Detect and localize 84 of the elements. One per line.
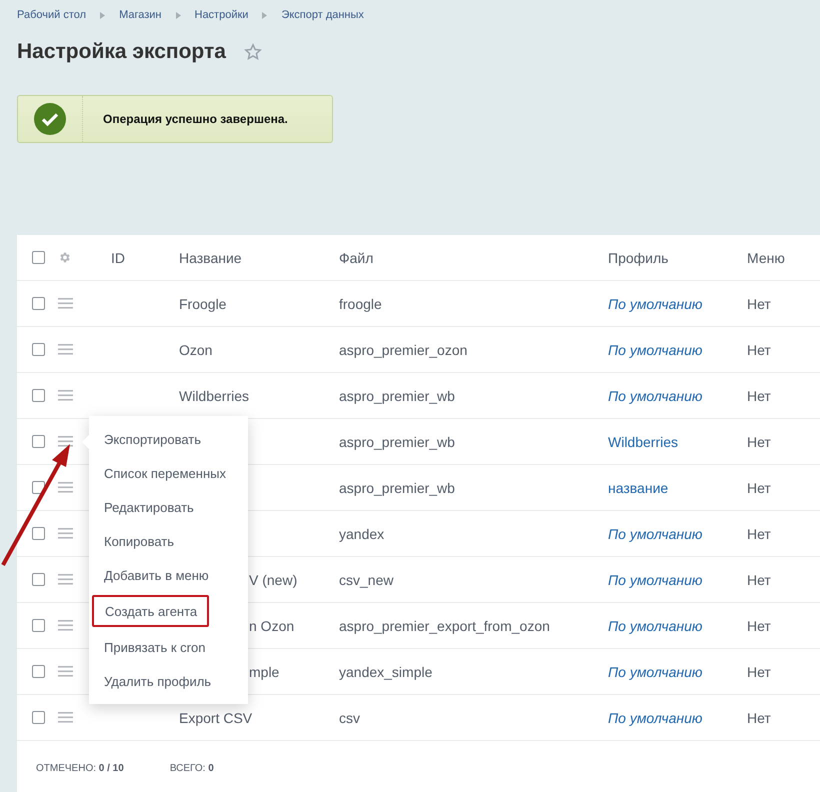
menu-item[interactable]: Редактировать xyxy=(89,490,194,524)
total-count: ВСЕГО: 0 xyxy=(170,763,214,774)
selected-count: ОТМЕЧЕНО: 0 / 10 xyxy=(36,763,124,774)
row-checkbox[interactable] xyxy=(32,711,45,724)
breadcrumb-link[interactable]: Экспорт данных xyxy=(281,9,364,21)
profile-link[interactable]: По умолчанию xyxy=(608,342,702,358)
profile-link[interactable]: По умолчанию xyxy=(608,572,702,588)
file-cell-text: froogle xyxy=(339,296,383,312)
drag-handle-icon[interactable] xyxy=(58,666,73,677)
menu-cell-text: Нет xyxy=(747,388,772,404)
menu-item[interactable]: Добавить в меню xyxy=(89,558,209,592)
menu-cell-text: Нет xyxy=(747,710,772,726)
menu-item[interactable]: Список переменных xyxy=(89,456,226,490)
drag-handle-icon[interactable] xyxy=(58,344,73,355)
column-header: Меню xyxy=(747,250,786,266)
name-cell: Export CSV xyxy=(179,710,252,726)
row-checkbox[interactable] xyxy=(32,435,45,448)
column-header: Название xyxy=(179,250,243,266)
row-checkbox[interactable] xyxy=(32,665,45,678)
chevron-right-icon xyxy=(176,12,180,18)
profile-link[interactable]: По умолчанию xyxy=(608,618,702,634)
file-cell-text: aspro_premier_wb xyxy=(339,434,456,450)
drag-handle-icon[interactable] xyxy=(58,298,73,309)
name-cell: Froogle xyxy=(179,296,226,312)
menu-cell-text: Нет xyxy=(747,296,772,312)
star-icon[interactable] xyxy=(244,43,262,61)
profile-link[interactable]: По умолчанию xyxy=(608,296,702,312)
menu-cell-text: Нет xyxy=(747,342,772,358)
name-cell: n Ozon xyxy=(249,618,294,634)
file-cell-text: aspro_premier_export_from_ozon xyxy=(339,618,551,634)
profile-link[interactable]: По умолчанию xyxy=(608,526,702,542)
drag-handle-icon[interactable] xyxy=(58,482,73,493)
menu-cell-text: Нет xyxy=(747,526,772,542)
drag-handle-icon[interactable] xyxy=(58,436,73,447)
settings-icon[interactable] xyxy=(58,251,71,264)
name-cell: mple xyxy=(249,664,280,680)
page-title: Настройка экспорта xyxy=(17,40,226,64)
chevron-right-icon xyxy=(262,12,268,18)
row-checkbox[interactable] xyxy=(32,619,45,632)
menu-cell-text: Нет xyxy=(747,480,772,496)
row-checkbox[interactable] xyxy=(32,527,45,540)
file-cell-text: csv_new xyxy=(339,572,394,588)
file-cell-text: csv xyxy=(339,710,361,726)
menu-item[interactable]: Привязать к cron xyxy=(89,630,206,664)
drag-handle-icon[interactable] xyxy=(58,528,73,539)
name-cell: V (new) xyxy=(249,572,298,588)
drag-handle-icon[interactable] xyxy=(58,390,73,401)
breadcrumb-link[interactable]: Магазин xyxy=(119,9,162,21)
menu-cell-text: Нет xyxy=(747,572,772,588)
chevron-right-icon xyxy=(100,12,106,18)
column-header: Профиль xyxy=(608,250,670,266)
file-cell-text: yandex xyxy=(339,526,386,542)
menu-item[interactable]: Создать агента xyxy=(92,595,210,627)
row-checkbox[interactable] xyxy=(32,389,45,402)
row-checkbox[interactable] xyxy=(32,297,45,310)
profile-link[interactable]: По умолчанию xyxy=(608,388,702,404)
drag-handle-icon[interactable] xyxy=(58,574,73,585)
column-header: ID xyxy=(111,250,126,266)
file-cell-text: aspro_premier_ozon xyxy=(339,342,468,358)
drag-handle-icon[interactable] xyxy=(58,620,73,631)
profile-link[interactable]: По умолчанию xyxy=(608,710,702,726)
breadcrumb-link[interactable]: Настройки xyxy=(194,9,248,21)
file-cell-text: aspro_premier_wb xyxy=(339,388,456,404)
row-checkbox[interactable] xyxy=(32,343,45,356)
menu-item[interactable]: Копировать xyxy=(89,524,174,558)
menu-cell-text: Нет xyxy=(747,434,772,450)
file-cell-text: aspro_premier_wb xyxy=(339,480,456,496)
profile-link[interactable]: По умолчанию xyxy=(608,664,702,680)
menu-cell-text: Нет xyxy=(747,618,772,634)
row-checkbox[interactable] xyxy=(32,573,45,586)
profile-link[interactable]: название xyxy=(608,480,668,496)
breadcrumb-link[interactable]: Рабочий стол xyxy=(17,9,86,21)
menu-item[interactable]: Удалить профиль xyxy=(89,664,212,698)
name-cell: Wildberries xyxy=(179,388,250,404)
column-header: Файл xyxy=(339,250,374,266)
alert-message: Операция успешно завершена. xyxy=(103,112,288,126)
select-all-checkbox[interactable] xyxy=(32,251,45,264)
check-circle-icon xyxy=(34,103,66,135)
menu-cell-text: Нет xyxy=(747,664,772,680)
profile-link[interactable]: Wildberries xyxy=(608,434,678,450)
name-cell: Ozon xyxy=(179,342,212,358)
file-cell-text: yandex_simple xyxy=(339,664,434,680)
drag-handle-icon[interactable] xyxy=(58,712,73,723)
menu-item[interactable]: Экспортировать xyxy=(89,422,201,456)
